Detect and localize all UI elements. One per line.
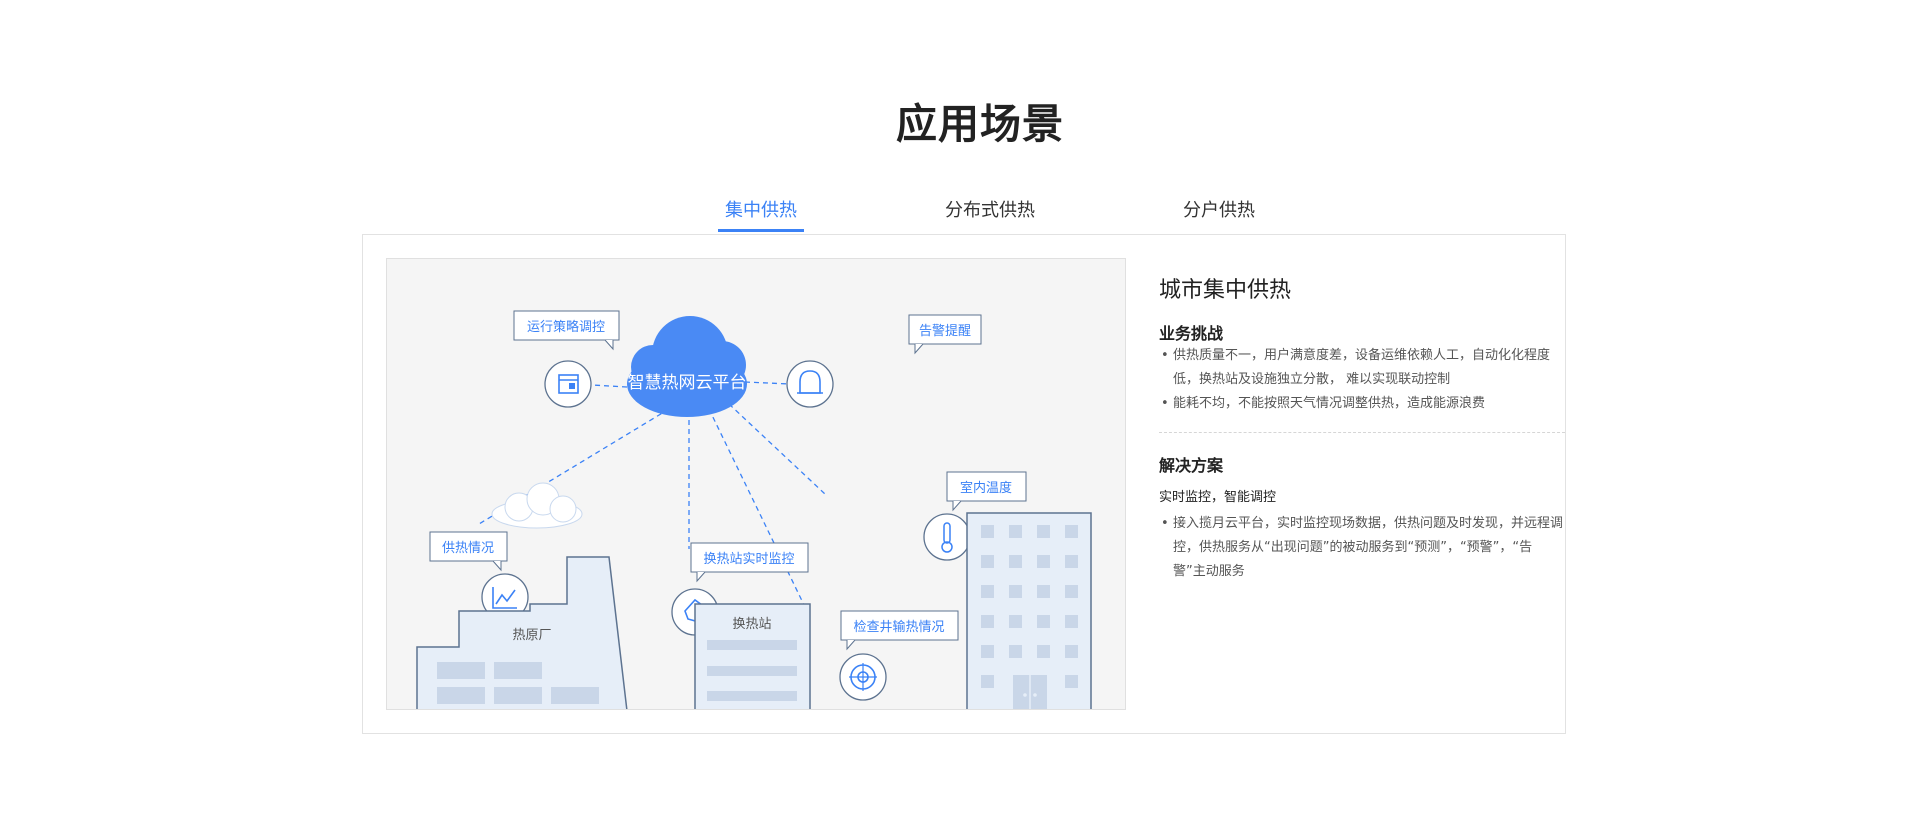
cloud-label: 智慧热网云平台 <box>628 373 747 393</box>
plant-label: 热原厂 <box>512 628 551 643</box>
valve-icon[interactable] <box>839 653 887 701</box>
challenge-title: 业务挑战 <box>1159 324 1224 343</box>
svg-text:换热站实时监控: 换热站实时监控 <box>703 552 794 567</box>
challenge-item: 供热质量不一，用户满意度差，设备运维依赖人工，自动化化程度低，换热站及设施独立分… <box>1159 344 1563 392</box>
tab-label: 分户供热 <box>1183 200 1255 221</box>
heat-plant-building: 热原厂 <box>416 556 628 709</box>
solution-title: 解决方案 <box>1159 456 1224 475</box>
tag-well-inspection: 检查井输热情况 <box>840 610 959 651</box>
tag-indoor-temp: 室内温度 <box>946 471 1027 512</box>
scenario-heading: 城市集中供热 <box>1159 278 1292 303</box>
decorative-cloud <box>491 482 583 529</box>
tag-heating-status: 供热情况 <box>429 531 508 572</box>
tab-label: 分布式供热 <box>945 200 1035 221</box>
solution-subtitle: 实时监控，智能调控 <box>1159 490 1277 505</box>
challenge-item: 能耗不均，不能按照天气情况调整供热，造成能源浪费 <box>1159 392 1563 416</box>
cloud-platform: 智慧热网云平台 <box>627 316 747 417</box>
strategy-icon[interactable] <box>544 360 592 408</box>
tab-label: 集中供热 <box>725 200 797 221</box>
active-tab-indicator <box>718 229 804 232</box>
residential-building <box>966 512 1092 709</box>
section-divider <box>1159 432 1565 433</box>
solution-item: 接入揽月云平台，实时监控现场数据，供热问题及时发现，并远程调控，供热服务从“出现… <box>1159 512 1563 584</box>
svg-text:室内温度: 室内温度 <box>960 480 1012 496</box>
thermometer-icon[interactable] <box>923 513 971 561</box>
tag-strategy: 运行策略调控 <box>513 310 620 351</box>
svg-text:运行策略调控: 运行策略调控 <box>527 319 605 335</box>
svg-text:检查井输热情况: 检查井输热情况 <box>853 619 944 635</box>
tab-distributed-heating[interactable]: 分布式供热 <box>940 196 1040 232</box>
scenario-illustration: 智慧热网云平台 运行策略调控 告警提醒 室内温度 供热情况 换热站实时监控 检查… <box>386 258 1126 710</box>
station-label: 换热站 <box>732 617 771 632</box>
heat-station-building: 换热站 <box>694 603 811 709</box>
alarm-icon[interactable] <box>786 360 834 408</box>
page-title: 应用场景 <box>896 100 1064 148</box>
svg-text:告警提醒: 告警提醒 <box>919 323 971 339</box>
tab-centralized-heating[interactable]: 集中供热 <box>718 196 804 232</box>
tag-station-monitor: 换热站实时监控 <box>690 542 809 583</box>
svg-text:供热情况: 供热情况 <box>442 541 494 556</box>
tag-alarm: 告警提醒 <box>908 314 982 355</box>
tab-household-heating[interactable]: 分户供热 <box>1176 196 1262 232</box>
